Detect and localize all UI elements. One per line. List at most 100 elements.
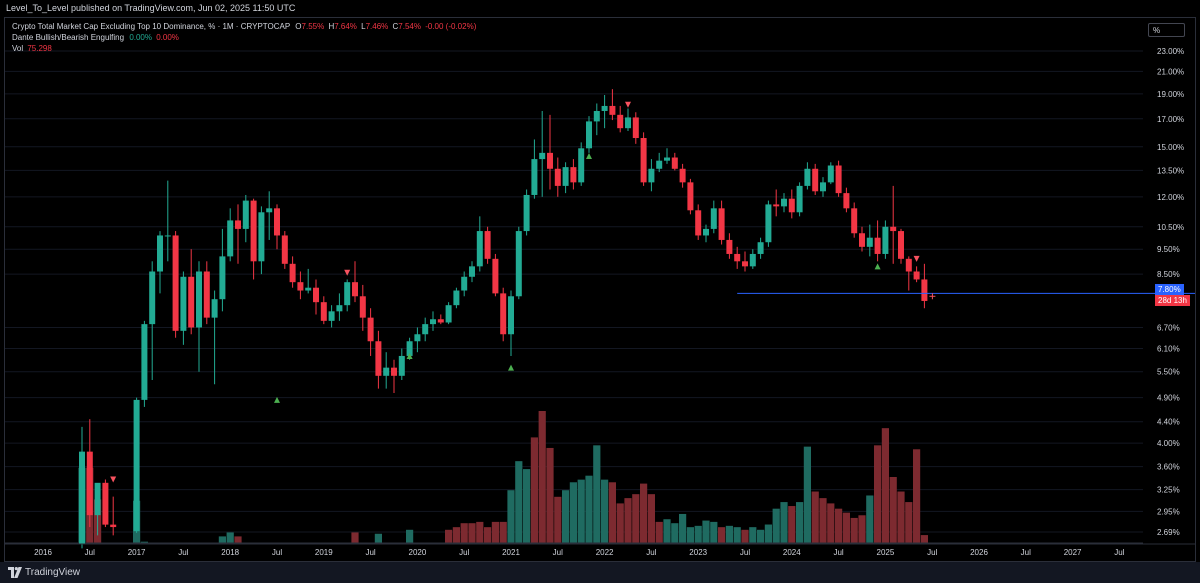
volume-bar — [866, 495, 874, 543]
volume-bar — [663, 519, 671, 543]
candle-body — [578, 148, 585, 183]
volume-bar — [686, 527, 694, 543]
candle-body — [625, 117, 631, 129]
x-axis-tick-label: Jul — [553, 548, 563, 557]
y-axis-tick-label: 3.60% — [1157, 463, 1180, 472]
volume-bar — [835, 508, 843, 543]
volume-bar — [725, 525, 733, 543]
candle-body — [570, 167, 577, 183]
legend-indicator-row: Dante Bullish/Bearish Engulfing 0.00% 0.… — [12, 33, 179, 42]
volume-bar — [850, 517, 858, 543]
legend-change: -0.00 (-0.02%) — [425, 22, 477, 31]
candle-body — [430, 319, 436, 325]
y-axis-tick-label: 2.95% — [1157, 507, 1180, 516]
volume-bar — [881, 428, 889, 543]
candle-body — [281, 235, 288, 264]
candle-body — [297, 282, 304, 291]
candle-body — [227, 220, 234, 257]
y-axis-tick-label: 19.00% — [1157, 90, 1184, 99]
legend-high: 7.64% — [334, 22, 357, 31]
candle-body — [882, 226, 889, 254]
candle-body — [219, 256, 226, 300]
candle-body — [835, 165, 842, 194]
candle-body — [656, 160, 663, 169]
x-axis-tick-label: Jul — [833, 548, 843, 557]
candle-body — [461, 276, 468, 291]
candle-body — [788, 198, 795, 213]
candle-body — [305, 287, 312, 291]
indicator-name[interactable]: Dante Bullish/Bearish Engulfing — [12, 33, 124, 42]
candle-body — [79, 451, 85, 544]
volume-bar — [616, 503, 624, 543]
bearish-engulfing-marker — [344, 269, 351, 276]
candle-body — [172, 235, 179, 331]
candle-body — [742, 261, 748, 267]
volume-bar — [554, 496, 562, 543]
volume-bar — [803, 446, 811, 543]
candle-body — [180, 276, 187, 331]
bearish-engulfing-marker — [110, 476, 117, 483]
candle-body — [367, 317, 374, 342]
candle-body — [133, 399, 140, 532]
candle-body — [859, 233, 865, 247]
legend-open: 7.55% — [301, 22, 325, 31]
y-axis-tick-label: 2.69% — [1157, 528, 1180, 537]
volume-bar — [476, 521, 484, 543]
volume-bar — [351, 532, 359, 543]
x-axis-tick-label: 2018 — [221, 548, 239, 557]
price-chart[interactable]: 23.00% 21.00% 19.00% 17.00% 15.00% 13.50% 12.0… — [5, 18, 1195, 561]
volume-bar — [515, 461, 523, 543]
candle-body — [679, 168, 686, 183]
tradingview-logo-icon[interactable] — [8, 567, 22, 578]
x-axis-tick-label: Jul — [1021, 548, 1031, 557]
candle-body — [211, 299, 218, 318]
y-axis-tick-label: 17.00% — [1157, 115, 1184, 124]
y-axis-tick-label: 3.25% — [1157, 486, 1180, 495]
x-axis-tick-label: 2026 — [970, 548, 988, 557]
volume-bar — [647, 494, 655, 543]
candle-body — [313, 287, 319, 303]
bearish-engulfing-marker — [625, 101, 631, 108]
candle-body — [812, 168, 819, 192]
volume-bar — [640, 483, 648, 543]
volume-bar — [913, 449, 921, 543]
volume-bar — [452, 527, 460, 543]
percent-scale-button[interactable]: % — [1148, 23, 1185, 37]
volume-label[interactable]: Vol — [12, 44, 23, 53]
candle-body — [843, 193, 850, 209]
volume-bar — [632, 494, 640, 543]
candle-body — [781, 198, 787, 207]
hline-price-badge: 7.80% — [1155, 284, 1184, 295]
publisher-line: Level_To_Level published on TradingView.… — [0, 0, 1200, 17]
volume-value: 75.298 — [27, 44, 52, 53]
legend-close: 7.54% — [398, 22, 421, 31]
candle-body — [141, 324, 148, 400]
volume-bar — [811, 491, 819, 543]
x-axis-tick-label: Jul — [85, 548, 95, 557]
volume-bar — [764, 524, 772, 543]
candle-body — [539, 152, 546, 160]
x-axis-tick-label: 2020 — [409, 548, 427, 557]
x-axis-tick-label: 2024 — [783, 548, 801, 557]
candle-body — [804, 168, 811, 186]
candle-body — [320, 302, 327, 321]
y-axis-tick-label: 4.90% — [1157, 394, 1180, 403]
candle-body — [258, 212, 265, 262]
y-axis-tick-label: 10.50% — [1157, 223, 1184, 232]
candle-body — [515, 231, 522, 297]
candle-body — [718, 208, 725, 240]
volume-bar — [842, 512, 850, 543]
y-axis-tick-label: 4.40% — [1157, 418, 1180, 427]
volume-bar — [733, 527, 741, 543]
legend-symbol[interactable]: Crypto Total Market Cap Excluding Top 10… — [12, 22, 290, 31]
volume-bar — [445, 529, 453, 543]
candle-body — [266, 208, 273, 213]
y-axis-tick-label: 15.00% — [1157, 143, 1184, 152]
volume-bar — [905, 502, 913, 543]
candle-body — [726, 239, 733, 254]
tradingview-brand[interactable]: TradingView — [25, 567, 80, 578]
volume-bar — [577, 479, 585, 543]
chart-pane[interactable]: 23.00% 21.00% 19.00% 17.00% 15.00% 13.50% 12.0… — [4, 17, 1196, 562]
candle-body — [102, 482, 109, 525]
candle-body — [289, 263, 296, 283]
